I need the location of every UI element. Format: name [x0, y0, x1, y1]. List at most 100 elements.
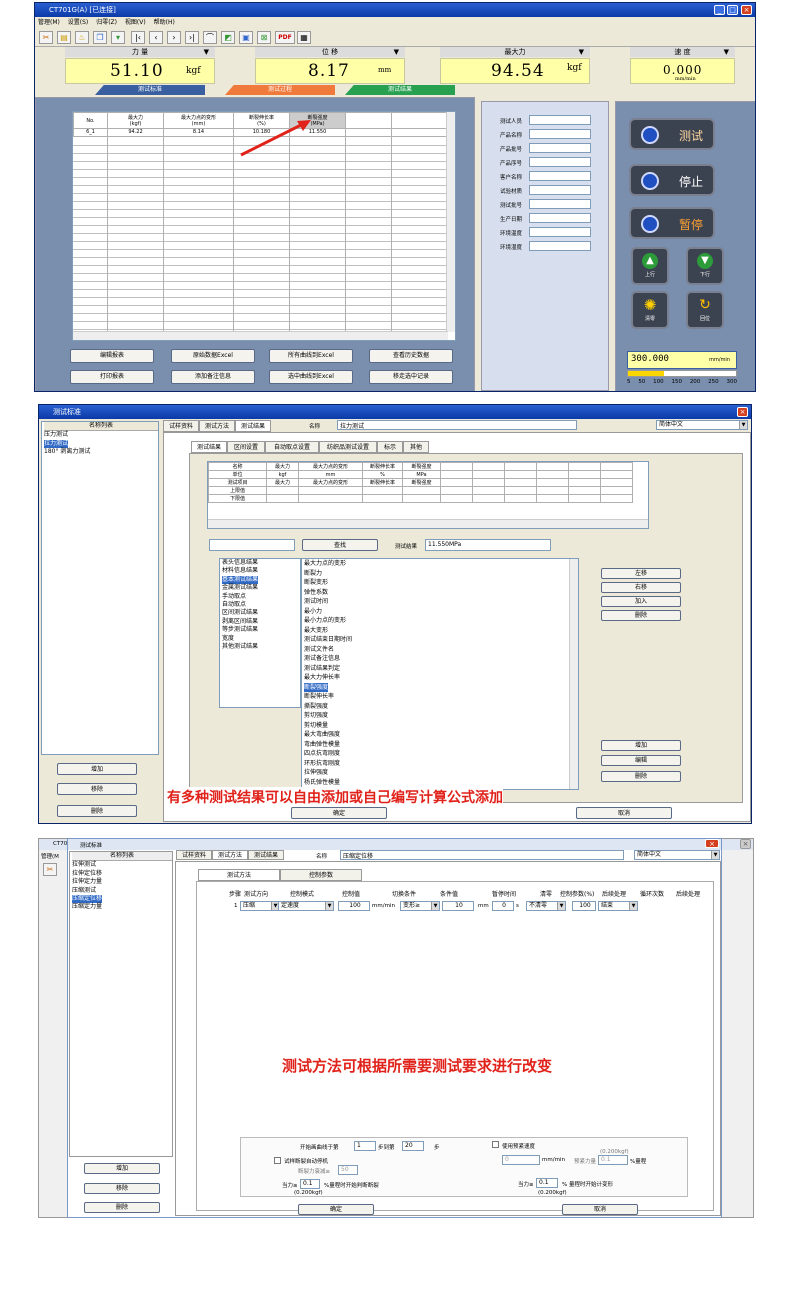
pause-input[interactable]: 0	[492, 901, 514, 911]
subtab-results[interactable]: 测试结果	[191, 441, 227, 453]
return-button[interactable]: ↻ 回位	[686, 291, 724, 329]
speed-slider[interactable]	[627, 370, 737, 377]
method-remove-button[interactable]: 移除	[84, 1183, 160, 1194]
list-item[interactable]: 金属测试结果	[222, 584, 300, 592]
field-operator[interactable]	[529, 115, 591, 125]
list-item[interactable]: 其他测试结果	[222, 643, 300, 651]
tab-process[interactable]: 测试过程	[225, 85, 335, 95]
list-item[interactable]: 最小力点的变形	[304, 616, 578, 626]
list-item[interactable]: 拉力测试	[44, 439, 69, 449]
tab-standard[interactable]: 测试标准	[95, 85, 205, 95]
method-add-button[interactable]: 增加	[84, 1163, 160, 1174]
preload-checkbox[interactable]	[492, 1141, 499, 1148]
subtab-textile[interactable]: 纺织品测试设置	[319, 441, 377, 453]
print-report-button[interactable]: 打印报表	[70, 370, 154, 384]
std-close-button[interactable]: ×	[737, 407, 748, 417]
pause-button[interactable]: 暂停	[629, 207, 715, 239]
std-delete-button[interactable]: 删除	[57, 805, 137, 817]
list-item[interactable]: 区间测试结果	[222, 609, 300, 617]
list-item[interactable]: 宽度	[222, 635, 300, 643]
tab-result[interactable]: 测试结果	[235, 420, 271, 432]
m-subtab-params[interactable]: 控制参数	[280, 869, 362, 881]
field-customer[interactable]	[529, 171, 591, 181]
list-item[interactable]: 弹性系数	[304, 588, 578, 598]
list-item[interactable]: 断裂强度	[304, 682, 329, 692]
prev-icon[interactable]: ‹	[149, 31, 163, 44]
list-item[interactable]: 最大变形	[304, 626, 578, 636]
result-item-list[interactable]: 最大力点的变形 断裂力 断裂变形 弹性系数 测试时间 最小力 最小力点的变形 最…	[301, 558, 579, 790]
delete-item-button[interactable]: 删除	[601, 610, 681, 621]
m-name-input[interactable]: 压缩定位移	[340, 850, 624, 860]
m-tab-method[interactable]: 测试方法	[212, 850, 248, 860]
list-item[interactable]: 环形抗弯刚度	[304, 759, 578, 769]
list-item[interactable]: 断裂伸长率	[304, 692, 578, 702]
subtab-other[interactable]: 其他	[403, 441, 429, 453]
start-step-input[interactable]: 1	[354, 1141, 376, 1151]
copy-icon[interactable]: ❐	[93, 31, 107, 44]
remove-record-button[interactable]: 移走选中记录	[369, 370, 453, 384]
list-item[interactable]: 拉伸测试	[72, 861, 172, 869]
vertical-scrollbar[interactable]	[446, 112, 455, 332]
minimize-button[interactable]: _	[714, 5, 725, 15]
list-item[interactable]: 拉伸强度	[304, 768, 578, 778]
result-list-scrollbar[interactable]	[569, 559, 578, 789]
menu-manage[interactable]: 管理(M)	[38, 19, 60, 26]
next-icon[interactable]: ›	[167, 31, 181, 44]
find-button[interactable]: 查找	[302, 539, 378, 551]
menu-settings[interactable]: 设置(S)	[68, 19, 89, 26]
list-item[interactable]: 测试时间	[304, 597, 578, 607]
list-item[interactable]: 测试结果判定	[304, 664, 578, 674]
list-item[interactable]: 等步测试结果	[222, 626, 300, 634]
result-table-hscroll[interactable]	[208, 519, 648, 528]
edit-report-button[interactable]: 编辑报表	[70, 349, 154, 363]
m-subtab-method[interactable]: 测试方法	[198, 869, 280, 881]
list-item[interactable]: 弯曲弹性模量	[304, 740, 578, 750]
add-item-button[interactable]: 加入	[601, 596, 681, 607]
end-step-input[interactable]: 20	[402, 1141, 424, 1151]
list-item[interactable]: 剥离区间结果	[222, 618, 300, 626]
control-value-input[interactable]: 100	[338, 901, 370, 911]
list-item[interactable]: 基本测试结果	[222, 575, 259, 585]
zero-select[interactable]: 不清零 ▼	[526, 901, 566, 911]
std-name-list[interactable]: 名称列表 压力测试 拉力测试 180° 剥离力测试	[41, 421, 159, 755]
down-button[interactable]: ▼ 下行	[686, 247, 724, 285]
tab-method[interactable]: 测试方法	[199, 420, 235, 432]
field-test-batch[interactable]	[529, 199, 591, 209]
horizontal-scrollbar[interactable]	[73, 331, 448, 340]
list-item[interactable]: 手动取点	[222, 593, 300, 601]
subtab-mark[interactable]: 标示	[377, 441, 403, 453]
list-item[interactable]: 180° 剥离力测试	[44, 448, 158, 456]
menu-view[interactable]: 视图(V)	[125, 19, 146, 26]
pdf-icon[interactable]: PDF	[275, 31, 295, 44]
field-product-name[interactable]	[529, 129, 591, 139]
bell-icon[interactable]: ♨	[75, 31, 89, 44]
preload-speed-input[interactable]: 0	[502, 1155, 540, 1165]
tools-icon[interactable]: ✂	[39, 31, 53, 44]
method-delete-button[interactable]: 删除	[84, 1202, 160, 1213]
calc-icon[interactable]: ▦	[297, 31, 311, 44]
list-item[interactable]: 最大弯曲强度	[304, 730, 578, 740]
std-ok-button[interactable]: 确定	[291, 807, 387, 819]
image-icon[interactable]: ▣	[239, 31, 253, 44]
list-item[interactable]: 断裂变形	[304, 578, 578, 588]
menu-zero[interactable]: 归零(Z)	[96, 19, 117, 26]
list-item[interactable]: 杨氏弹性模量	[304, 778, 578, 788]
std-remove-button[interactable]: 移除	[57, 783, 137, 795]
list-item[interactable]: 最小力	[304, 607, 578, 617]
preload-force-input[interactable]: 0.1	[598, 1155, 628, 1165]
raw-data-excel-button[interactable]: 原始数据Excel	[171, 349, 255, 363]
method-close-button[interactable]: ×	[705, 839, 719, 848]
tab-specimen[interactable]: 试样资料	[163, 420, 199, 432]
list-item[interactable]: 拉伸定力量	[72, 878, 172, 886]
field-date[interactable]	[529, 213, 591, 223]
field-humidity[interactable]	[529, 241, 591, 251]
trash-icon[interactable]: ▾	[111, 31, 125, 44]
switch-cond-select[interactable]: 变形≥ ▼	[400, 901, 440, 911]
history-data-button[interactable]: 查看历史数据	[369, 349, 453, 363]
direction-select[interactable]: 压缩 ▼	[240, 901, 280, 911]
list-item[interactable]: 测试结束日期时间	[304, 635, 578, 645]
list-item[interactable]: 撕裂强度	[304, 702, 578, 712]
control-mode-select[interactable]: 定速度 ▼	[278, 901, 334, 911]
add-note-button[interactable]: 添加备注信息	[171, 370, 255, 384]
tab-results[interactable]: 测试结果	[345, 85, 455, 95]
